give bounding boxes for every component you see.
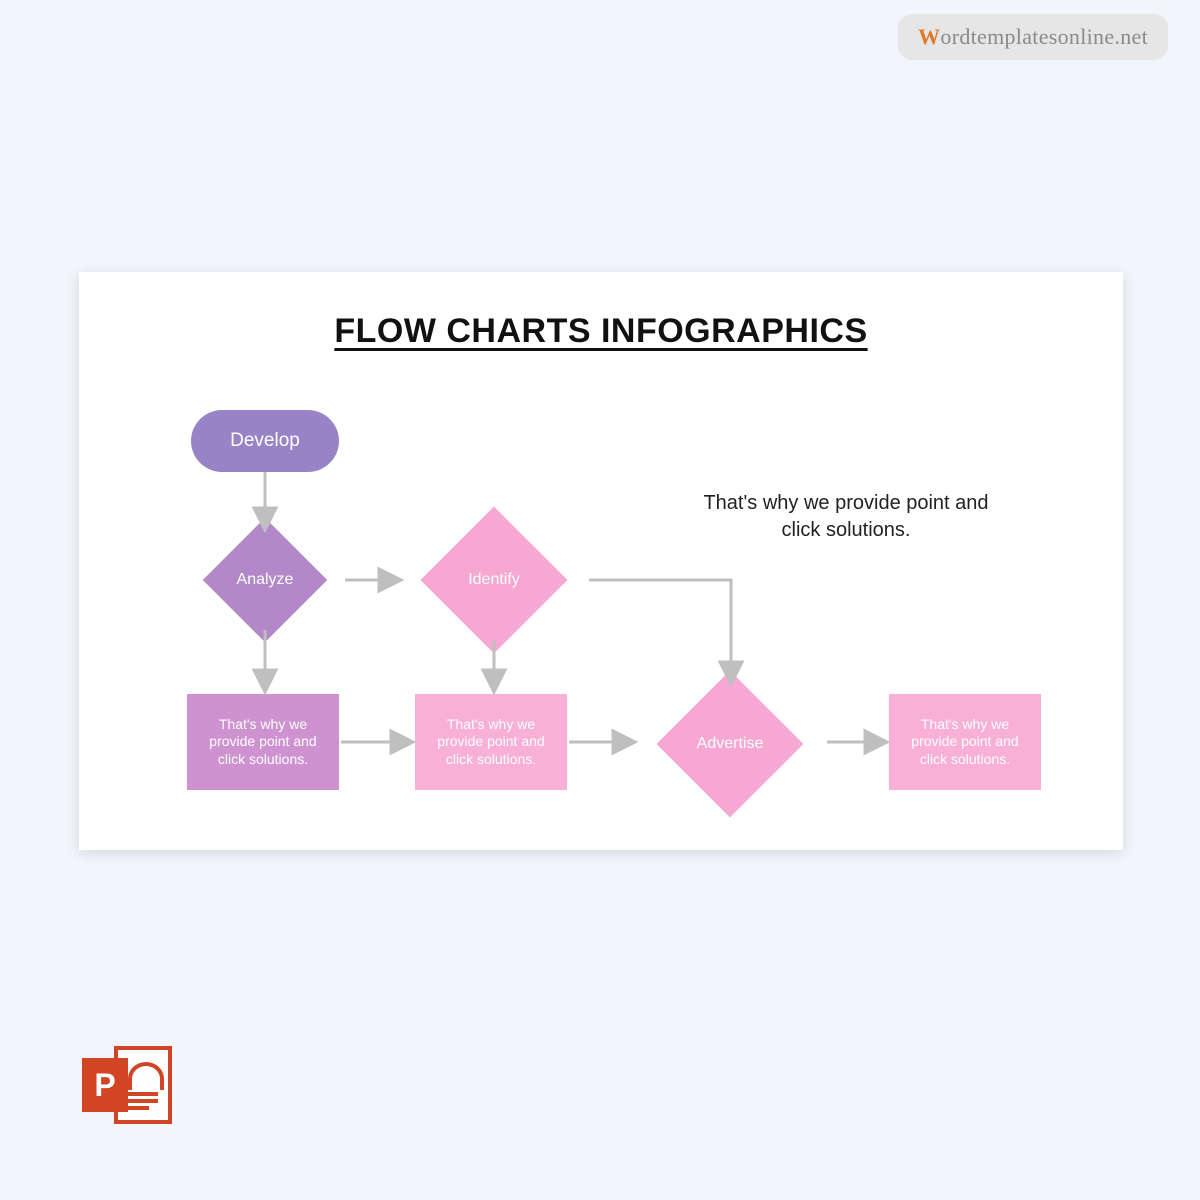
node-box-3: That's why we provide point and click so…	[889, 694, 1041, 790]
powerpoint-icon: P	[82, 1040, 172, 1130]
powerpoint-letter: P	[82, 1058, 128, 1112]
node-box-2: That's why we provide point and click so…	[415, 694, 567, 790]
node-analyze: Analyze	[185, 530, 345, 630]
slide-card: FLOW CHARTS INFOGRAPHICS Develop Analyze…	[79, 272, 1123, 850]
watermark-initial: W	[918, 24, 940, 49]
node-develop: Develop	[191, 410, 339, 472]
node-box-2-text: That's why we provide point and click so…	[423, 716, 559, 769]
node-box-1: That's why we provide point and click so…	[187, 694, 339, 790]
node-identify-label: Identify	[468, 571, 520, 589]
side-note-text: That's why we provide point and click so…	[703, 492, 988, 541]
node-identify: Identify	[399, 520, 589, 640]
node-box-3-text: That's why we provide point and click so…	[897, 716, 1033, 769]
watermark-rest: ordtemplatesonline.net	[940, 24, 1148, 49]
node-advertise: Advertise	[635, 684, 825, 804]
node-box-1-text: That's why we provide point and click so…	[195, 716, 331, 769]
side-note: That's why we provide point and click so…	[701, 490, 991, 544]
node-analyze-label: Analyze	[237, 571, 294, 589]
node-develop-label: Develop	[230, 430, 300, 452]
watermark-badge: Wordtemplatesonline.net	[898, 14, 1168, 60]
node-advertise-label: Advertise	[697, 735, 764, 753]
flowchart-canvas: Develop Analyze Identify Advertise That'…	[79, 272, 1123, 850]
